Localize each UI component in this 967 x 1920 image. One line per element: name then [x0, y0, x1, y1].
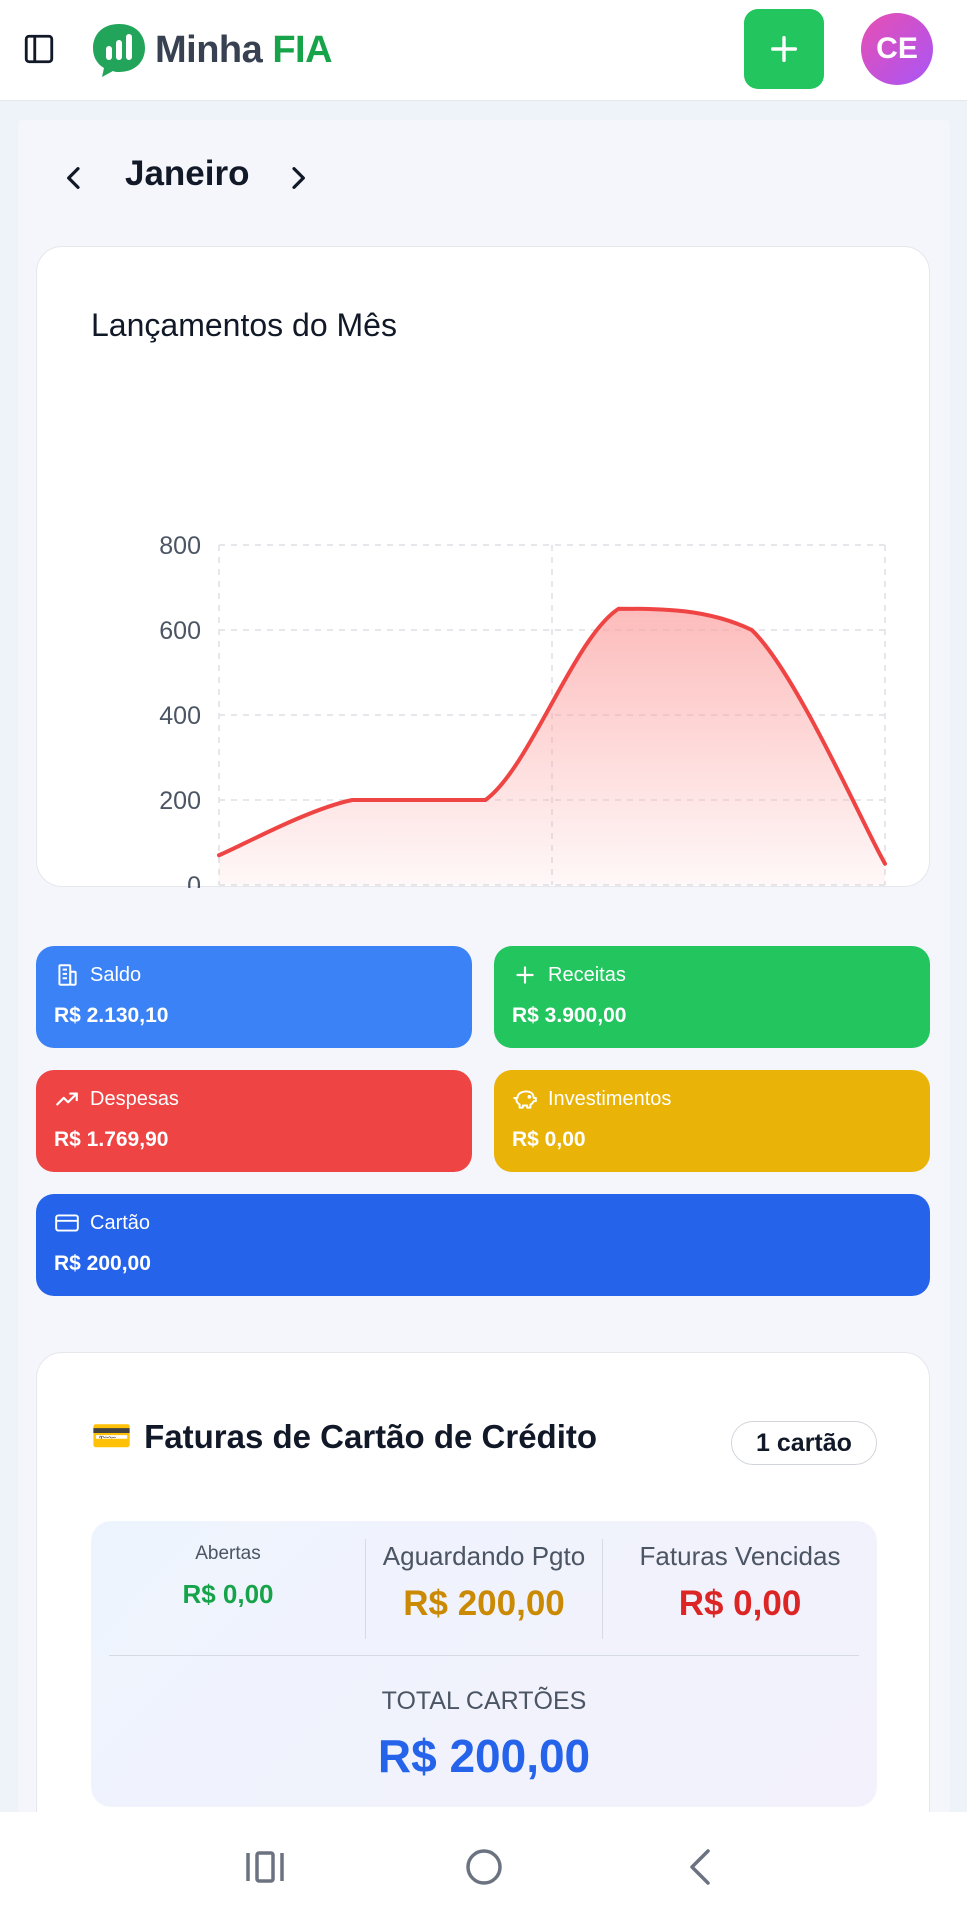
recent-apps-icon[interactable]: [240, 1842, 290, 1892]
stat-value-saldo: R$ 2.130,10: [54, 1004, 169, 1027]
home-circle-icon[interactable]: [459, 1842, 509, 1892]
system-navigation-bar: [0, 1812, 967, 1920]
main-content: Janeiro Lançamentos do Mês 0 200 400 600 800…: [18, 120, 950, 1872]
chevron-right-icon[interactable]: [282, 162, 314, 194]
logo-text-minha: Minha: [155, 28, 263, 71]
building-icon: [58, 964, 77, 986]
month-navigator: Janeiro: [18, 150, 418, 206]
invoices-overdue: Faturas Vencidas R$ 0,00: [603, 1521, 877, 1657]
stat-value-despesas: R$ 1.769,90: [54, 1128, 169, 1151]
back-chevron-icon[interactable]: [677, 1842, 727, 1892]
stat-card-investimentos[interactable]: Investimentos R$ 0,00: [494, 1070, 930, 1172]
area-fill: [219, 608, 885, 885]
stat-label-receitas: Receitas: [548, 963, 626, 986]
app-logo[interactable]: Minha FIA: [89, 20, 333, 80]
user-avatar[interactable]: CE: [861, 13, 933, 85]
invoices-title-text: Faturas de Cartão de Crédito: [144, 1417, 598, 1455]
add-transaction-button[interactable]: [744, 9, 824, 89]
stat-value-cartao: R$ 200,00: [54, 1252, 151, 1275]
stat-card-cartao[interactable]: Cartão R$ 200,00: [36, 1194, 930, 1296]
chevron-left-icon[interactable]: [58, 162, 90, 194]
invoices-overdue-label: Faturas Vencidas: [639, 1541, 841, 1571]
trending-up-icon: [56, 1092, 78, 1106]
sidebar-toggle-icon[interactable]: [22, 32, 56, 66]
invoices-title: 💳 Faturas de Cartão de Crédito: [91, 1417, 597, 1456]
invoices-overdue-value: R$ 0,00: [678, 1584, 802, 1623]
y-tick-label: 0: [187, 872, 201, 888]
top-bar: Minha FIA CE: [0, 0, 967, 101]
stat-label-despesas: Despesas: [90, 1087, 179, 1110]
invoices-pending-value: R$ 200,00: [403, 1584, 565, 1623]
entries-area-chart: 020040060080004/01/202605/01/202605/01/2…: [159, 532, 887, 888]
y-tick-label: 400: [159, 702, 201, 730]
stat-card-despesas[interactable]: Despesas R$ 1.769,90: [36, 1070, 472, 1172]
invoices-open: Abertas R$ 0,00: [91, 1521, 365, 1657]
credit-card-icon: [55, 1214, 79, 1232]
invoices-open-label: Abertas: [195, 1543, 261, 1564]
invoices-summary: Abertas R$ 0,00 Aguardando Pgto R$ 200,0…: [91, 1521, 877, 1807]
stat-label-investimentos: Investimentos: [548, 1087, 672, 1110]
logo-text-fia: FIA: [272, 28, 333, 71]
stat-card-receitas[interactable]: Receitas R$ 3.900,00: [494, 946, 930, 1048]
cards-count-badge: 1 cartão: [731, 1421, 877, 1465]
stat-label-cartao: Cartão: [90, 1211, 151, 1234]
cards-total-label: TOTAL CARTÕES: [381, 1687, 587, 1715]
current-month: Janeiro: [125, 154, 250, 193]
stat-value-investimentos: R$ 0,00: [512, 1128, 586, 1151]
invoices-open-value: R$ 0,00: [182, 1579, 274, 1609]
credit-card-emoji-icon: 💳: [91, 1417, 133, 1454]
piggy-bank-icon: [513, 1090, 537, 1109]
logo-chart-icon: [93, 24, 145, 77]
y-tick-label: 200: [159, 787, 201, 815]
stat-value-receitas: R$ 3.900,00: [512, 1004, 627, 1027]
cards-total-value: R$ 200,00: [377, 1730, 591, 1782]
monthly-entries-chart-card: Lançamentos do Mês 020040060080004/01/20…: [36, 246, 930, 888]
credit-card-invoices-card: 💳 Faturas de Cartão de Crédito 1 cartão …: [36, 1352, 930, 1872]
invoices-pending-label: Aguardando Pgto: [382, 1541, 586, 1571]
stat-label-saldo: Saldo: [90, 963, 142, 986]
plus-icon: [770, 35, 798, 63]
stat-card-saldo[interactable]: Saldo R$ 2.130,10: [36, 946, 472, 1048]
plus-icon: [516, 966, 534, 984]
y-tick-label: 600: [159, 617, 201, 645]
y-tick-label: 800: [159, 532, 201, 560]
invoices-pending: Aguardando Pgto R$ 200,00: [366, 1521, 602, 1657]
